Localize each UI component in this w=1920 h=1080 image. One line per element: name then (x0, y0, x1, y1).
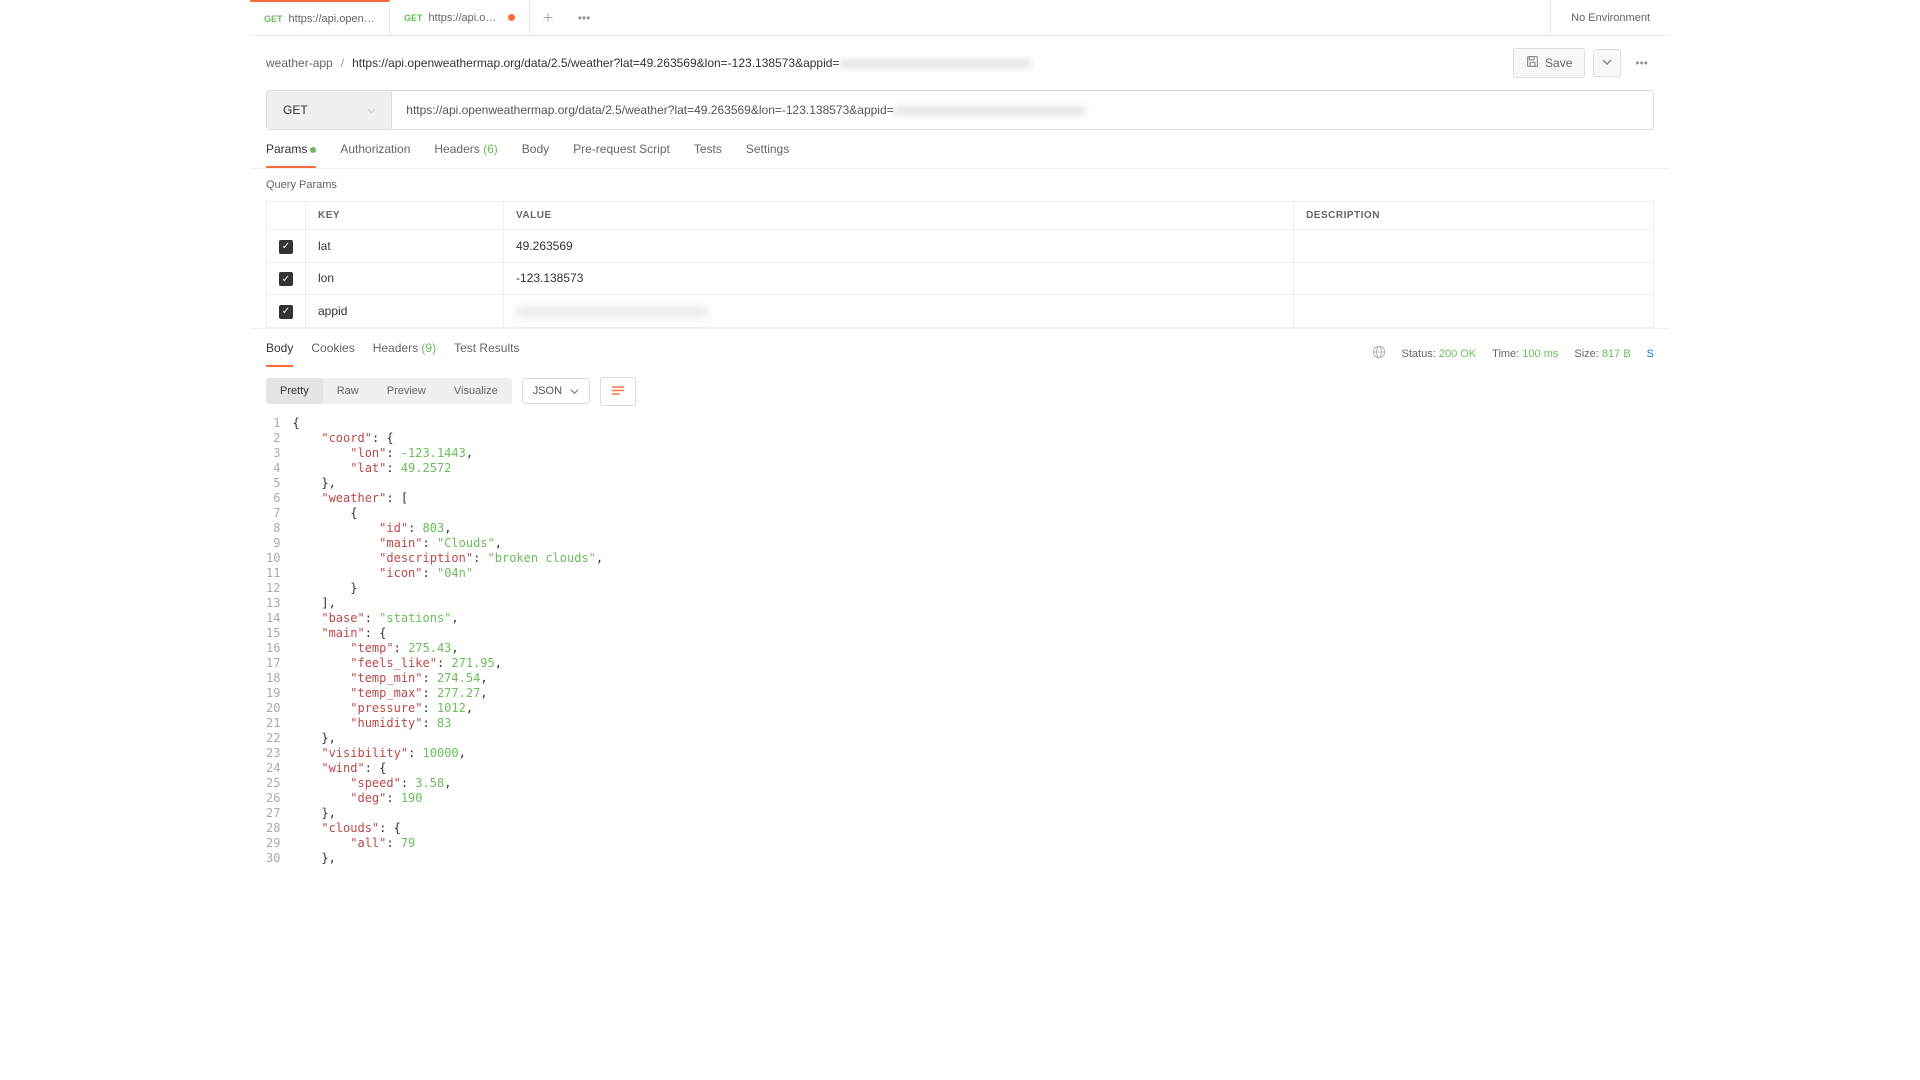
param-key[interactable]: lon (306, 262, 504, 295)
method-value: GET (283, 103, 308, 117)
param-key[interactable]: appid (306, 295, 504, 328)
line-gutter: 1234567891011121314151617181920212223242… (266, 416, 292, 866)
tab-title: https://api.openweathe (429, 12, 502, 24)
save-response-button[interactable]: S (1647, 348, 1654, 360)
url-input[interactable]: https://api.openweathermap.org/data/2.5/… (392, 91, 1653, 129)
param-row[interactable]: ✓ lat 49.263569 (267, 230, 1654, 263)
col-key: KEY (306, 202, 504, 230)
resp-tab-headers[interactable]: Headers (9) (373, 341, 436, 367)
view-raw[interactable]: Raw (323, 378, 373, 404)
resp-tab-body[interactable]: Body (266, 341, 293, 367)
resp-tab-test-results[interactable]: Test Results (454, 341, 519, 367)
param-row[interactable]: ✓ appid xxxxxxxxxxxxxxxxxxxxxxxxxxxxxxxx (267, 295, 1654, 328)
param-checkbox[interactable]: ✓ (279, 305, 293, 319)
save-label: Save (1545, 56, 1572, 70)
tab-params[interactable]: Params (266, 142, 316, 168)
wrap-icon (611, 385, 625, 396)
request-tab-1[interactable]: GET https://api.openweatherm (250, 0, 390, 36)
tab-prerequest[interactable]: Pre-request Script (573, 142, 670, 168)
response-meta: Status: 200 OK Time: 100 ms Size: 817 B … (1372, 345, 1654, 362)
view-visualize[interactable]: Visualize (440, 378, 512, 404)
tab-options-button[interactable]: ••• (566, 11, 602, 25)
param-checkbox[interactable]: ✓ (279, 272, 293, 286)
network-icon[interactable] (1372, 345, 1386, 362)
size-meta: Size: 817 B (1574, 348, 1630, 360)
tabs-bar: GET https://api.openweatherm GET https:/… (250, 0, 1670, 36)
method-badge: GET (264, 14, 283, 24)
col-value: VALUE (503, 202, 1293, 230)
chevron-down-icon (1602, 57, 1612, 67)
wrap-lines-button[interactable] (600, 377, 636, 406)
breadcrumb-sep: / (341, 56, 344, 70)
chevron-down-icon: ⌵ (368, 105, 376, 116)
tab-settings[interactable]: Settings (746, 142, 789, 168)
param-value[interactable]: xxxxxxxxxxxxxxxxxxxxxxxxxxxxxxxx (503, 295, 1293, 328)
param-row[interactable]: ✓ lon -123.138573 (267, 262, 1654, 295)
more-actions-button[interactable]: ••• (1629, 56, 1654, 70)
param-key[interactable]: lat (306, 230, 504, 263)
indicator-dot-icon (310, 147, 316, 153)
param-description[interactable] (1294, 230, 1654, 263)
body-view-tabs: Pretty Raw Preview Visualize (266, 378, 512, 404)
new-tab-button[interactable]: ＋ (530, 9, 566, 26)
resp-tab-cookies[interactable]: Cookies (311, 341, 354, 367)
request-name: https://api.openweathermap.org/data/2.5/… (352, 56, 1031, 70)
response-body[interactable]: 1234567891011121314151617181920212223242… (250, 416, 1670, 882)
url-bar: GET ⌵ https://api.openweathermap.org/dat… (266, 90, 1654, 130)
unsaved-dot-icon (508, 14, 515, 21)
status-meta: Status: 200 OK (1402, 348, 1477, 360)
params-table: KEY VALUE DESCRIPTION ✓ lat 49.263569 ✓ … (266, 201, 1654, 328)
param-description[interactable] (1294, 262, 1654, 295)
format-value: JSON (533, 385, 562, 397)
query-params-label: Query Params (250, 169, 1670, 201)
environment-selector[interactable]: No Environment (1550, 0, 1670, 36)
save-button[interactable]: Save (1513, 48, 1585, 78)
col-description: DESCRIPTION (1294, 202, 1654, 230)
method-badge: GET (404, 13, 423, 23)
tab-tests[interactable]: Tests (694, 142, 722, 168)
collection-name[interactable]: weather-app (266, 56, 333, 70)
tab-body[interactable]: Body (522, 142, 549, 168)
format-selector[interactable]: JSON (522, 378, 590, 404)
tab-authorization[interactable]: Authorization (340, 142, 410, 168)
breadcrumb: weather-app / https://api.openweathermap… (266, 56, 1031, 70)
view-preview[interactable]: Preview (373, 378, 440, 404)
tab-title: https://api.openweatherm (289, 13, 375, 25)
view-pretty[interactable]: Pretty (266, 378, 323, 404)
request-section-tabs: Params Authorization Headers (6) Body Pr… (250, 130, 1670, 169)
request-tab-2[interactable]: GET https://api.openweathe (390, 0, 530, 36)
param-value[interactable]: -123.138573 (503, 262, 1293, 295)
save-options-button[interactable] (1593, 49, 1621, 77)
response-section-tabs: Body Cookies Headers (9) Test Results (266, 341, 519, 367)
param-value[interactable]: 49.263569 (503, 230, 1293, 263)
tab-headers[interactable]: Headers (6) (434, 142, 497, 168)
param-description[interactable] (1294, 295, 1654, 328)
save-icon (1526, 55, 1539, 71)
code-content[interactable]: { "coord": { "lon": -123.1443, "lat": 49… (292, 416, 1654, 866)
chevron-down-icon (570, 387, 579, 396)
method-selector[interactable]: GET ⌵ (267, 91, 392, 129)
param-checkbox[interactable]: ✓ (279, 240, 293, 254)
time-meta: Time: 100 ms (1492, 348, 1558, 360)
